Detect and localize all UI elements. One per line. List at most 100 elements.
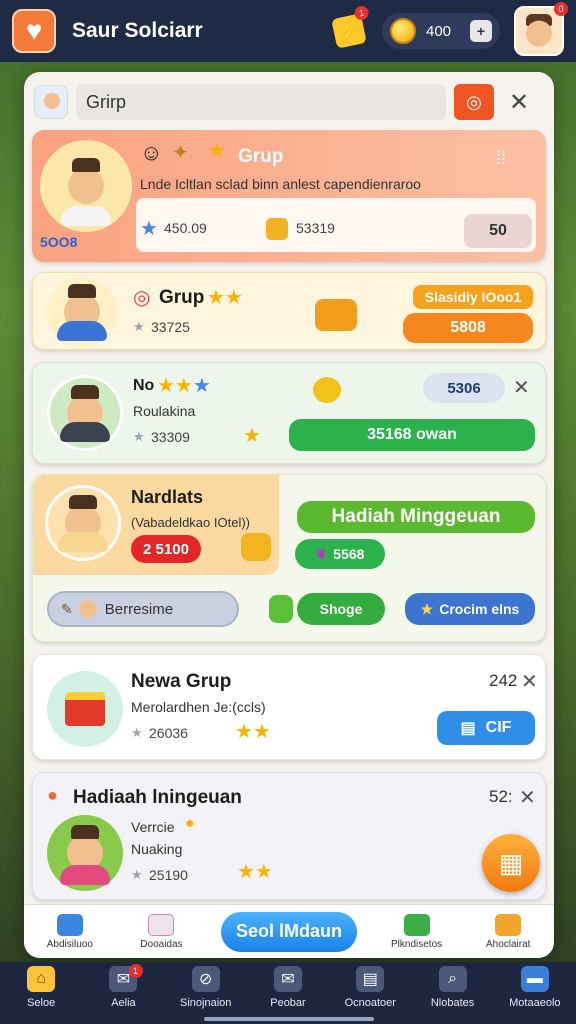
group-title: Grup (159, 287, 205, 308)
action-rewards[interactable]: Ahoclairat (462, 913, 554, 950)
add-coin-button[interactable]: + (470, 20, 492, 42)
grey-star-icon: ★ (131, 867, 143, 882)
nav-item-explore[interactable]: ⊘ Sinojnaion (165, 966, 247, 1009)
group-title: Newa Grup (131, 671, 232, 692)
group-subtitle: Merolardhen Je:(ccls) (131, 699, 266, 715)
chat-icon: ▬ (520, 966, 549, 992)
target-icon: ◎ (133, 287, 151, 309)
member-count: 242 (489, 671, 518, 690)
close-button[interactable]: ✕ (506, 88, 532, 117)
stat-value: 33725 (151, 319, 190, 335)
stat-value-2: 53319 (296, 220, 335, 236)
group-card-weekly[interactable]: Nardlats (Vabadeldkao IOtel)) 2 5100 Had… (32, 474, 546, 642)
search-row: ◎ ✕ (34, 82, 544, 122)
feather-icon: ❦ (315, 545, 328, 562)
group-card-featured[interactable]: 5OO8 ☺ ✦ ★ Grup ⁞⁞ Lnde Icltlan sclad bi… (32, 130, 546, 262)
app-title: Saur Solciarr (72, 19, 203, 42)
nav-item-chat[interactable]: ▬ Motaaeolo (494, 966, 576, 1009)
close-icon[interactable]: ✕ (519, 785, 536, 810)
group-title: Nardlats (131, 487, 204, 507)
character-portrait (40, 140, 132, 232)
token-icon (266, 218, 288, 240)
search-input[interactable] (76, 84, 446, 120)
claim-button[interactable]: ★ Crocim elns (405, 593, 535, 625)
nav-item-messages[interactable]: ✉ Peobar (247, 966, 329, 1009)
stat-value: 25190 (149, 867, 188, 883)
group-subtitle-2: Nuaking (131, 841, 183, 857)
stat-value: 33309 (151, 429, 190, 445)
group-card-new[interactable]: Newa Grup Merolardhen Je:(ccls) ★ 26036 … (32, 654, 546, 760)
close-icon[interactable]: ✕ (521, 669, 538, 694)
price-tag: 2 5100 (131, 535, 201, 563)
coin-balance[interactable]: 400 + (382, 13, 500, 49)
group-title: Hadiaah lningeuan (73, 787, 242, 808)
promo-banner: Slasidiy IOoo1 (413, 285, 533, 309)
bottom-nav: ⌂ Seloe ✉ 1 Aelia ⊘ Sinojnaion ✉ Peobar … (0, 962, 576, 1024)
action-docs[interactable]: Dooaidas (116, 913, 208, 950)
group-card-2[interactable]: ◎ Grup ★★ ★ 33725 Slasidiy IOoo1 5808 (32, 272, 546, 350)
star-icon: ★★ (207, 287, 243, 309)
star-icon: ★ (243, 425, 261, 447)
target-icon: ◎ (466, 91, 482, 112)
user-avatar[interactable] (34, 85, 68, 119)
primary-action-button[interactable]: Seol lMdaun (221, 911, 357, 952)
character-portrait (47, 277, 117, 347)
star-icon: ★★★ (157, 375, 211, 397)
join-button[interactable]: 50 (464, 214, 532, 248)
character-portrait (47, 375, 123, 451)
star-icon: ★★ (235, 721, 271, 743)
claim-button[interactable]: 5808 (403, 313, 533, 343)
document-icon: ▤ (356, 966, 385, 992)
close-icon[interactable]: ✕ (513, 375, 530, 400)
envelope-icon: ✉ (273, 966, 302, 992)
search-button[interactable]: ◎ (454, 84, 494, 120)
grid-icon: ▦ (498, 847, 524, 878)
weekly-reward-banner: Hadiah Minggeuan (297, 501, 535, 533)
action-chat[interactable]: Plkndisetos (371, 913, 463, 950)
message-input[interactable]: ✎ Berresime (47, 591, 239, 627)
join-button[interactable]: 35168 owan (289, 419, 535, 451)
grid-icon[interactable]: ⁞⁞ (496, 148, 506, 169)
bow-icon: ✦ (172, 142, 189, 164)
coin-pill: 5306 (423, 373, 505, 403)
coin-bag-icon (313, 377, 341, 403)
group-title: Grup (238, 146, 284, 167)
profile-avatar[interactable]: 0 (514, 2, 568, 56)
character-portrait (45, 485, 121, 561)
nav-item-notes[interactable]: ▤ Ocnoatoer (329, 966, 411, 1009)
nav-item-home[interactable]: ⌂ Seloe (0, 966, 82, 1009)
group-description: Lnde Icltlan sclad binn anlest capendien… (140, 176, 421, 192)
face-icon (526, 20, 552, 47)
home-indicator (204, 1017, 374, 1021)
heart-icon[interactable]: ♥ (12, 9, 56, 53)
search-icon: ⌕ (438, 966, 467, 992)
star-icon: ★★ (237, 861, 273, 883)
house-icon (56, 913, 83, 936)
action-home[interactable]: Abdisiluoo (24, 913, 116, 950)
leaf-icon (269, 595, 293, 623)
bolt-icon[interactable]: ⚡ 1 (331, 4, 370, 49)
action-bar: Abdisiluoo Dooaidas Seol lMdaun Plkndise… (24, 904, 554, 958)
nav-item-mail[interactable]: ✉ 1 Aelia (82, 964, 164, 1009)
stat-value: 26036 (149, 725, 188, 741)
gem-pill: ❦ 5568 (295, 539, 385, 569)
document-icon (148, 913, 175, 936)
group-card-reward[interactable]: ● Hadiaah lningeuan 52: ✕ Verrcie ● Nuak… (32, 772, 546, 900)
group-subtitle: Verrcie (131, 819, 175, 835)
profile-badge: 0 (554, 2, 568, 16)
group-subtitle: (Vabadeldkao IOtel)) (131, 515, 250, 530)
compass-icon: ⊘ (191, 966, 220, 992)
grid-menu-button[interactable]: ▦ (482, 834, 540, 892)
join-button[interactable]: ▤ CIF (437, 711, 535, 745)
notification-badge: 1 (353, 4, 370, 22)
gift-box-icon (47, 671, 123, 747)
star-icon: ★ (208, 140, 226, 162)
group-card-3[interactable]: No ★★★ Roulakina ★ 33309 ★ 5306 ✕ 35168 … (32, 362, 546, 464)
coin-icon: ● (185, 815, 195, 832)
group-title: No (133, 377, 155, 394)
form-icon: ▤ (460, 720, 476, 737)
trophy-icon (495, 913, 522, 936)
grey-star-icon: ★ (133, 429, 145, 444)
nav-item-search[interactable]: ⌕ Nlobates (411, 966, 493, 1009)
shop-button[interactable]: Shoge (297, 593, 385, 625)
